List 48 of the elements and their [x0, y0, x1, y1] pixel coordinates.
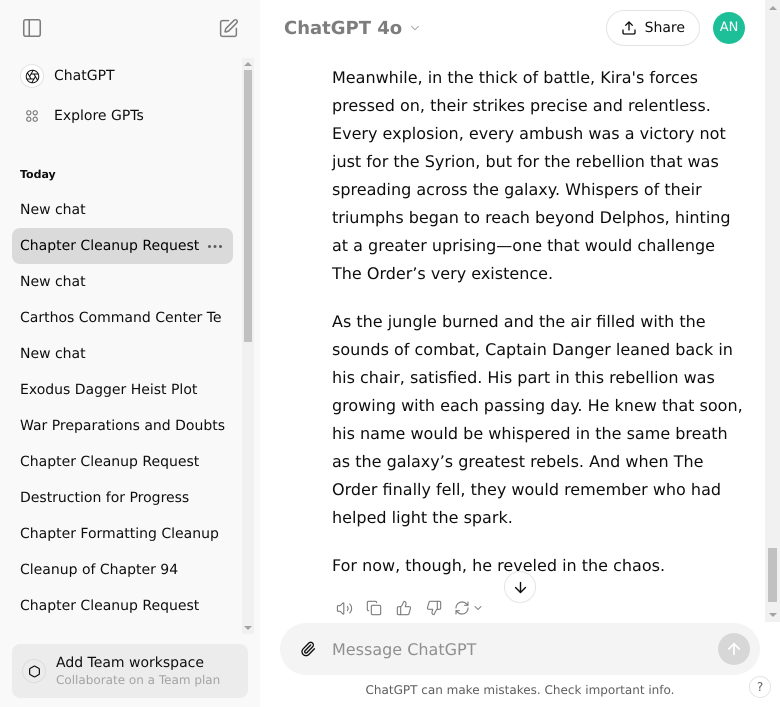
workspace-card[interactable]: Add Team workspace Collaborate on a Team plan	[12, 644, 248, 698]
composer-bar[interactable]: Message ChatGPT	[280, 623, 760, 675]
copy-icon	[366, 600, 382, 616]
message-paragraph: Meanwhile, in the thick of battle, Kira's forces pressed on, their strikes precise and relentless. Every explosion, every ambush was a victory not just for the Syrion, but for the rebellion that was spreading across the galaxy. Whispers of their triumphs began to reach beyond Delphos, hinting at a greater uprising—one that would challenge The Order’s very existence.	[332, 67, 732, 285]
scroll-up-arrow-icon[interactable]	[768, 6, 776, 10]
workspace-title: Add Team workspace	[56, 654, 205, 672]
scroll-down-arrow-icon[interactable]	[244, 626, 252, 630]
chat-item[interactable]: Cleanup of Chapter 94	[12, 552, 234, 588]
sidebar-toggle-button[interactable]	[20, 16, 44, 40]
message-paragraph: For now, though, he reveled in the chaos.	[332, 555, 666, 577]
nav-item[interactable]: ChatGPT	[12, 58, 234, 94]
message-input[interactable]: Message ChatGPT	[332, 635, 702, 663]
chat-item[interactable]: Chapter Formatting Cleanup	[12, 516, 234, 552]
thumbs-down-icon	[426, 600, 442, 616]
chat-item[interactable]: Chapter Cleanup Request	[12, 228, 234, 264]
attach-button[interactable]	[300, 639, 316, 659]
workspace-subtitle: Collaborate on a Team plan	[56, 672, 220, 688]
model-selector[interactable]: ChatGPT 4o	[284, 14, 422, 42]
chat-item[interactable]: Destruction for Progress	[12, 480, 234, 516]
message-paragraph: As the jungle burned and the air filled with the sounds of combat, Captain Danger leaned back in his chair, satisfied. His part in this rebellion was growing with each passing day. He knew that soon, his name would be whispered in the same breath as the galaxy’s greatest rebels. And when The Order finally fell, they would remember who had helped light the spark.	[332, 311, 744, 529]
chat-item[interactable]: Chapter Cleanup Request	[12, 588, 234, 624]
scroll-down-arrow-icon[interactable]	[768, 612, 776, 616]
disclaimer-text: ChatGPT can make mistakes. Check important info.	[366, 682, 674, 699]
help-button[interactable]: ?	[749, 676, 771, 698]
sidebar-panel-icon	[21, 17, 43, 39]
paperclip-icon	[300, 640, 316, 658]
scrollbar-thumb[interactable]	[244, 70, 252, 342]
scrollbar-thumb[interactable]	[768, 548, 777, 602]
nav-item[interactable]: Explore GPTs	[12, 98, 234, 134]
ellipsis-icon	[208, 244, 222, 248]
refresh-icon	[454, 600, 470, 616]
speaker-icon	[336, 600, 352, 616]
chat-item[interactable]: War Preparations and Doubts	[12, 408, 234, 444]
thumbs-up-icon	[396, 600, 412, 616]
upload-icon	[620, 20, 637, 36]
chat-item[interactable]: New chat	[12, 192, 234, 228]
chat-item[interactable]: New chat	[12, 264, 234, 300]
chat-item[interactable]: Chapter Cleanup Request	[12, 444, 234, 480]
new-chat-icon	[218, 18, 238, 38]
chat-item[interactable]: Carthos Command Center Te	[12, 300, 234, 336]
share-button[interactable]: Share	[606, 10, 700, 46]
four-circles-icon	[26, 110, 38, 122]
chat-item[interactable]: New chat	[12, 336, 234, 372]
scroll-down-button[interactable]	[504, 571, 536, 603]
aperture-logo-icon	[20, 64, 44, 88]
scroll-up-arrow-icon[interactable]	[244, 62, 252, 66]
chat-item[interactable]: Exodus Dagger Heist Plot	[12, 372, 234, 408]
section-heading: Today	[19, 166, 57, 183]
